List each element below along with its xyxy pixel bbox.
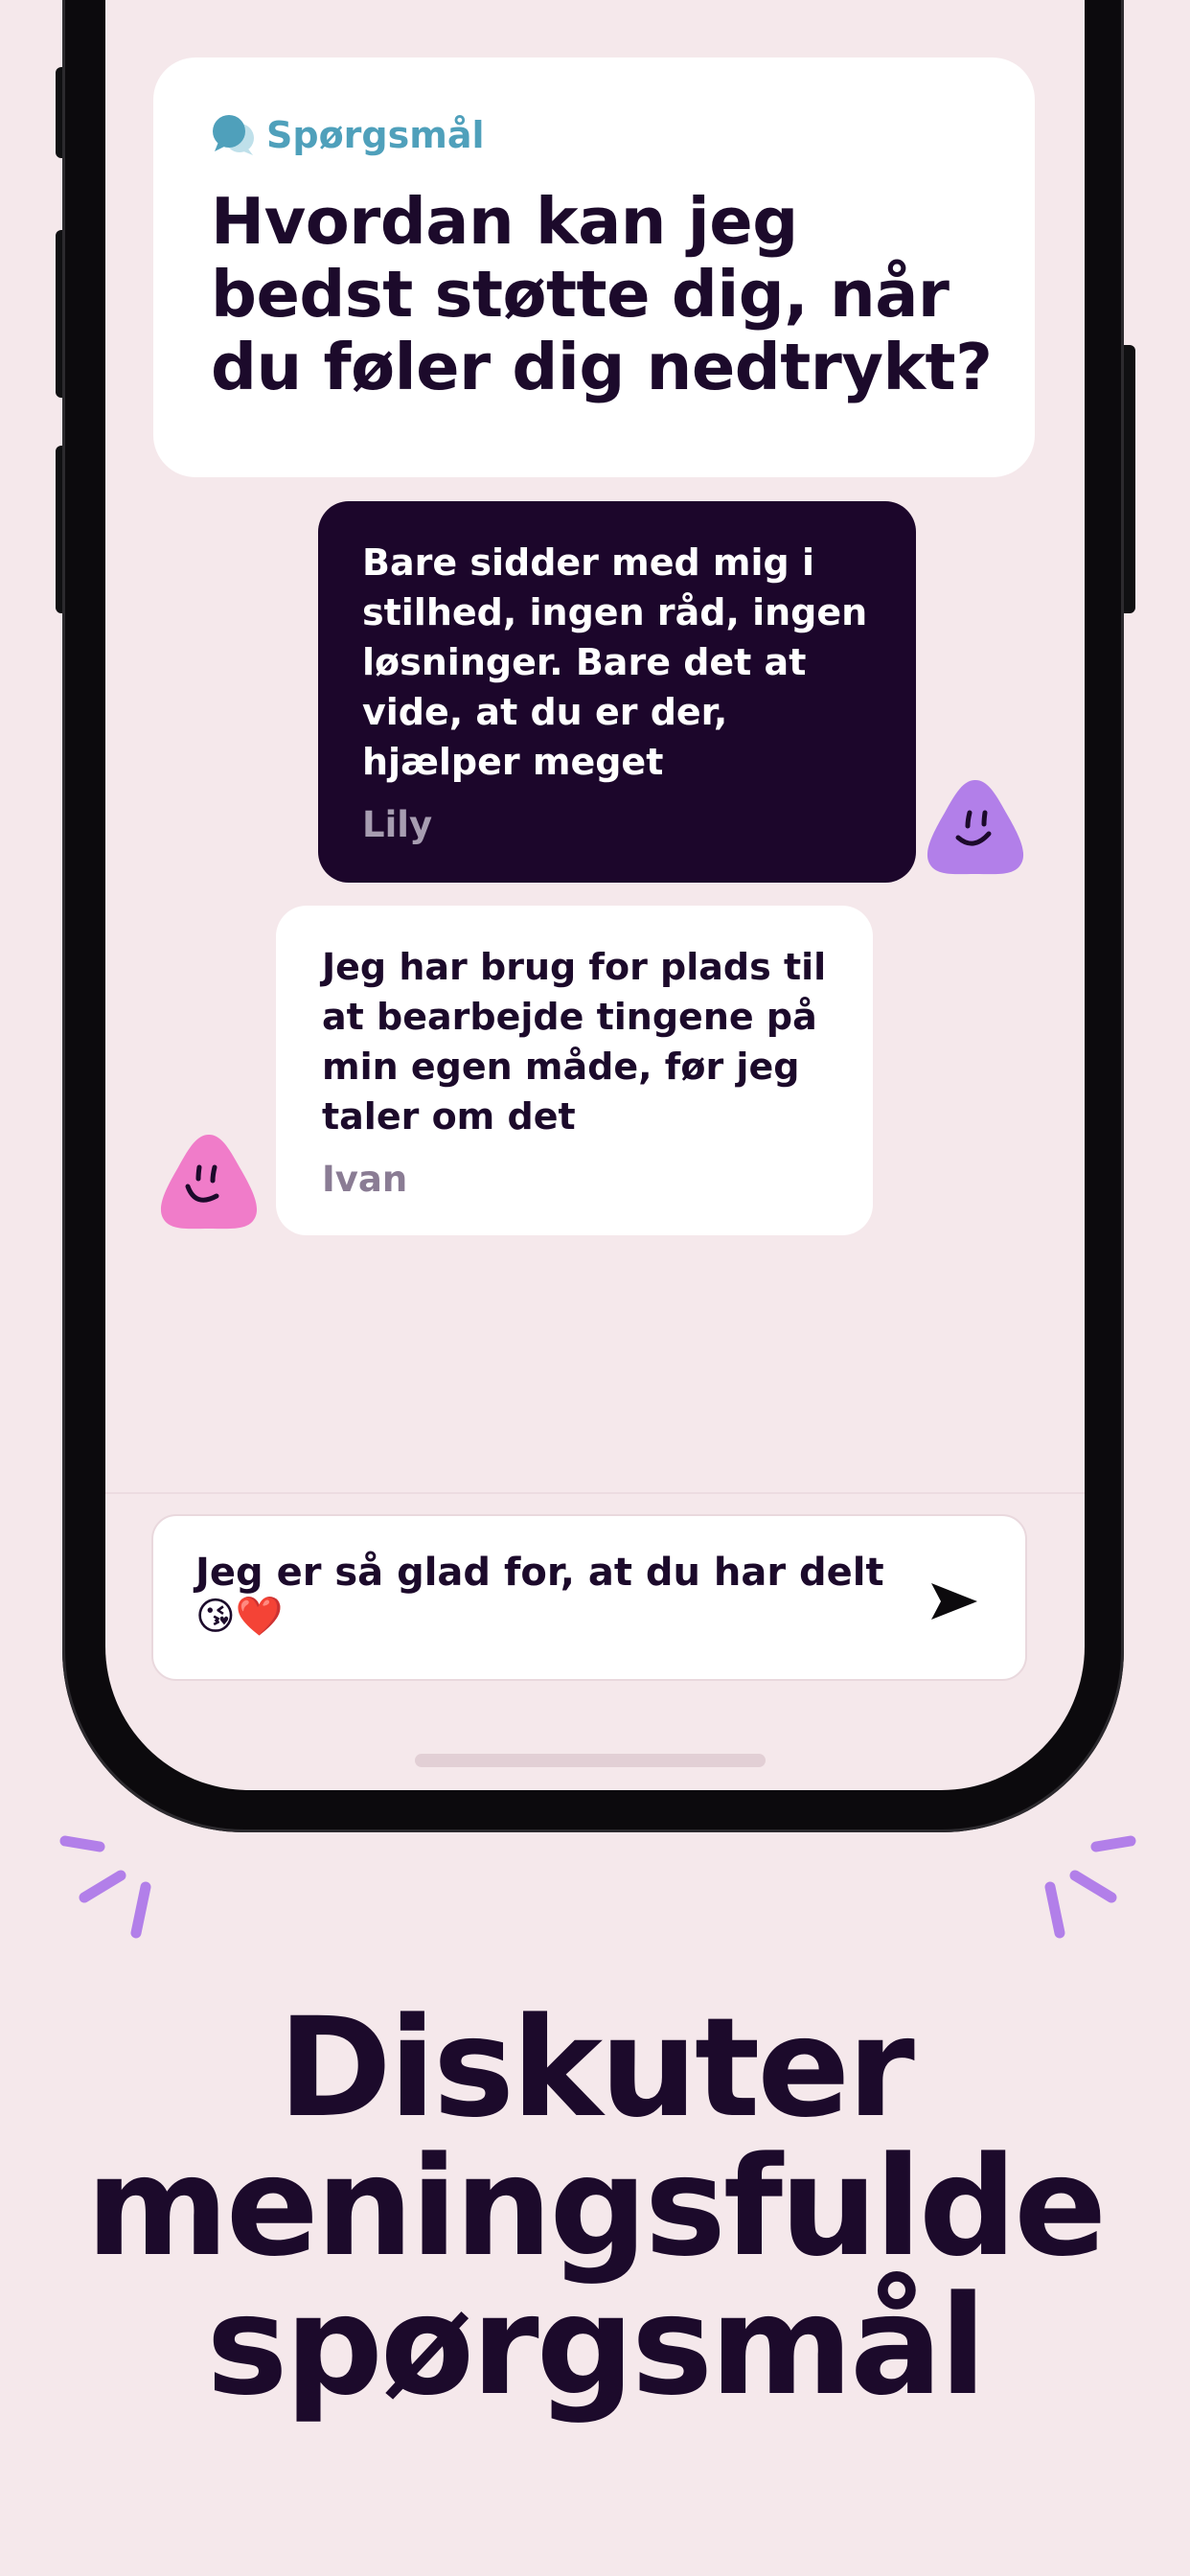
question-title: Hvordan kan jeg bedst støtte dig, når du… (211, 184, 993, 404)
headline-line: Diskuter (278, 1988, 915, 2148)
speech-bubbles-icon (213, 115, 254, 155)
composer-divider (105, 1492, 1085, 1494)
message-author: Ivan (322, 1159, 408, 1200)
message-bubble-ivan[interactable]: Jeg har brug for plads til at bearbejde … (276, 906, 873, 1235)
marketing-headline: Diskuter meningsfulde spørgsmål (0, 1998, 1190, 2415)
send-arrow-icon[interactable] (929, 1579, 979, 1623)
sparkle-lines-right-icon (1044, 1835, 1136, 1939)
message-text: Jeg har brug for plads til at bearbejde … (322, 946, 827, 1138)
sparkle-lines-left-icon (59, 1835, 151, 1939)
phone-power-button (1124, 345, 1135, 613)
phone-screen: Spørgsmål Hvordan kan jeg bedst støtte d… (105, 0, 1085, 1790)
message-composer[interactable]: Jeg er så glad for, at du har delt 😘❤️ (151, 1514, 1027, 1681)
headline-line: meningsfulde (85, 2127, 1107, 2287)
message-author: Lily (362, 804, 433, 845)
question-tag: Spørgsmål (266, 114, 485, 156)
message-text: Bare sidder med mig i stilhed, ingen råd… (362, 541, 868, 783)
message-bubble-lily[interactable]: Bare sidder med mig i stilhed, ingen råd… (318, 501, 916, 883)
question-card: Spørgsmål Hvordan kan jeg bedst støtte d… (153, 58, 1035, 477)
headline-line: spørgsmål (206, 2266, 986, 2426)
composer-input[interactable]: Jeg er så glad for, at du har delt 😘❤️ (195, 1551, 885, 1639)
home-indicator (415, 1754, 766, 1767)
avatar-ivan-icon (160, 1135, 258, 1230)
question-header: Spørgsmål (211, 113, 485, 157)
avatar-lily-icon (927, 780, 1024, 875)
